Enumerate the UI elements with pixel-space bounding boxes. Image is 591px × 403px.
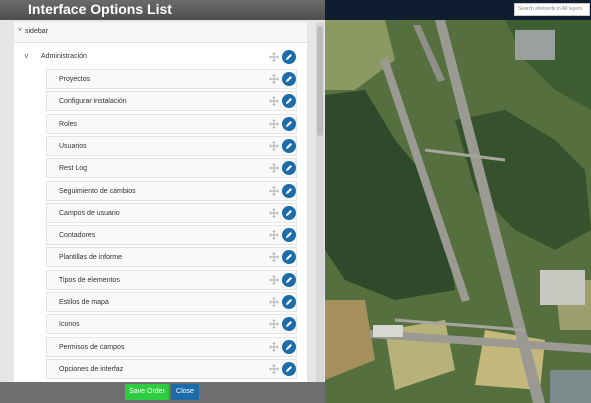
interface-options-dialog: Interface Options List ˅ sidebar ˅ Admin… [0, 0, 325, 403]
edit-button[interactable] [282, 273, 296, 287]
list-item-label: Roles [59, 121, 77, 128]
pencil-icon [286, 98, 292, 104]
list-item[interactable]: Rest Log [46, 158, 297, 178]
scrollbar[interactable] [316, 22, 324, 382]
list-item-label: Seguimiento de cambios [59, 188, 136, 195]
pencil-icon [286, 232, 292, 238]
list-item-label: Tipos de elementos [59, 277, 120, 284]
dialog-titlebar[interactable]: Interface Options List [0, 0, 325, 20]
close-button[interactable]: Close [171, 384, 199, 400]
move-handle-icon[interactable] [269, 319, 279, 329]
search-input[interactable]: Search elements in All layers [514, 3, 590, 16]
group-header-sidebar[interactable]: ˅ sidebar [14, 22, 307, 43]
move-handle-icon[interactable] [269, 297, 279, 307]
pencil-icon [286, 344, 292, 350]
move-handle-icon[interactable] [269, 74, 279, 84]
list-item[interactable]: Iconos [46, 314, 297, 334]
list-item-label: Usuarios [59, 143, 87, 150]
move-handle-icon[interactable] [269, 342, 279, 352]
list-item-label: Campos de usuario [59, 210, 120, 217]
move-handle-icon[interactable] [269, 186, 279, 196]
move-handle-icon[interactable] [269, 208, 279, 218]
save-order-button[interactable]: Save Order [125, 384, 169, 400]
edit-button[interactable] [282, 295, 296, 309]
pencil-icon [286, 366, 292, 372]
pencil-icon [286, 188, 292, 194]
edit-button[interactable] [282, 206, 296, 220]
list-item-label: Configurar instalación [59, 98, 127, 105]
edit-button[interactable] [282, 72, 296, 86]
section-row-administracion[interactable]: ˅ Administración [14, 46, 307, 68]
list-item-label: Estilos de mapa [59, 299, 109, 306]
list-item[interactable]: Usuarios [46, 136, 297, 156]
move-handle-icon[interactable] [269, 163, 279, 173]
section-label: Administración [41, 53, 87, 60]
satellite-map-image[interactable] [325, 0, 591, 403]
list-item[interactable]: Campos de usuario [46, 203, 297, 223]
dialog-title: Interface Options List [28, 1, 172, 17]
list-item-label: Iconos [59, 321, 80, 328]
edit-button[interactable] [282, 250, 296, 264]
list-item-label: Proyectos [59, 76, 91, 83]
list-item[interactable]: Roles [46, 114, 297, 134]
list-item-label: Rest Log [59, 165, 88, 172]
edit-button[interactable] [282, 117, 296, 131]
list-item-label: Plantillas de informe [59, 254, 123, 261]
chevron-down-icon[interactable]: ˅ [24, 52, 29, 61]
list-item[interactable]: Permisos de campos [46, 337, 297, 357]
list-item[interactable]: Seguimiento de cambios [46, 181, 297, 201]
edit-button[interactable] [282, 94, 296, 108]
options-list: ˅ sidebar ˅ Administración Proyectos Conf… [14, 22, 307, 382]
move-handle-icon[interactable] [269, 275, 279, 285]
pencil-icon [286, 165, 292, 171]
edit-button[interactable] [282, 184, 296, 198]
pencil-icon [286, 76, 292, 82]
chevron-down-icon: ˅ [18, 27, 23, 34]
move-handle-icon[interactable] [269, 141, 279, 151]
list-item[interactable]: Estilos de mapa [46, 292, 297, 312]
list-item-label: Contadores [59, 232, 96, 239]
pencil-icon [286, 321, 292, 327]
pencil-icon [286, 121, 292, 127]
pencil-icon [286, 143, 292, 149]
move-handle-icon[interactable] [269, 252, 279, 262]
map-view[interactable]: Search elements in All layers [325, 0, 591, 403]
group-label: sidebar [25, 28, 48, 35]
edit-button[interactable] [282, 161, 296, 175]
move-handle-icon[interactable] [269, 52, 279, 62]
pencil-icon [286, 210, 292, 216]
move-handle-icon[interactable] [269, 119, 279, 129]
list-item[interactable]: Plantillas de informe [46, 247, 297, 267]
edit-button[interactable] [282, 317, 296, 331]
list-item[interactable]: Configurar instalación [46, 91, 297, 111]
list-item[interactable]: Proyectos [46, 69, 297, 89]
edit-button[interactable] [282, 362, 296, 376]
list-item-label: Opciones de interfaz [59, 366, 124, 373]
scrollbar-thumb[interactable] [317, 26, 323, 136]
move-handle-icon[interactable] [269, 364, 279, 374]
move-handle-icon[interactable] [269, 96, 279, 106]
pencil-icon [286, 299, 292, 305]
move-handle-icon[interactable] [269, 230, 279, 240]
list-item-label: Permisos de campos [59, 344, 125, 351]
edit-button[interactable] [282, 340, 296, 354]
pencil-icon [286, 54, 292, 60]
edit-button[interactable] [282, 50, 296, 64]
pencil-icon [286, 277, 292, 283]
edit-button[interactable] [282, 139, 296, 153]
list-item[interactable]: Opciones de interfaz [46, 359, 297, 379]
map-toolbar: Search elements in All layers [325, 0, 591, 20]
edit-button[interactable] [282, 228, 296, 242]
pencil-icon [286, 254, 292, 260]
list-item[interactable]: Tipos de elementos [46, 270, 297, 290]
list-item[interactable]: Contadores [46, 225, 297, 245]
